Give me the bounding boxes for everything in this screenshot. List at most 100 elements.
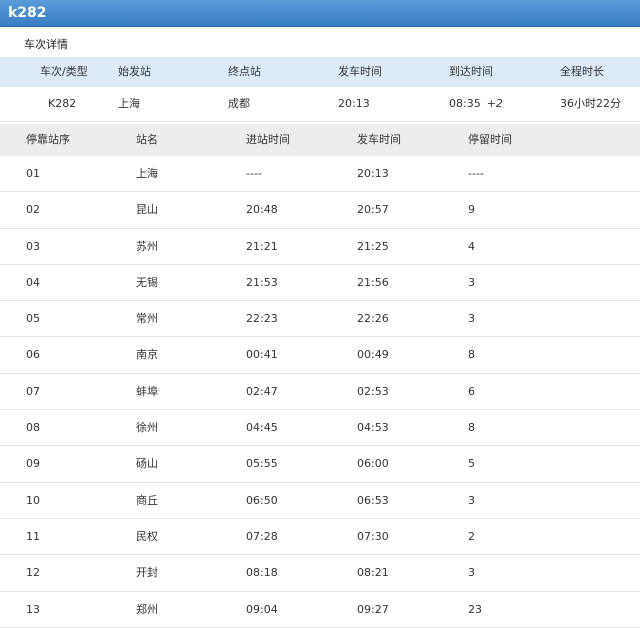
- details-header-row: 车次/类型 始发站 终点站 发车时间 到达时间 全程时长: [0, 57, 640, 87]
- stops-table-body: 01 上海 ---- 20:13 ---- 02 昆山 20:48 20:57 9 03 苏州 21:2…: [0, 156, 640, 628]
- station-name: 常州: [136, 312, 158, 326]
- depart-time: 20:13: [338, 97, 370, 110]
- depart-time: 04:53: [357, 421, 389, 435]
- arrive-time: 22:23: [246, 312, 278, 326]
- arrive-time: 20:48: [246, 203, 278, 217]
- depart-time: 09:27: [357, 602, 389, 616]
- table-row: 01 上海 ---- 20:13 ----: [0, 156, 640, 193]
- station-name: 砀山: [136, 457, 158, 471]
- station-name: 郑州: [136, 602, 158, 616]
- header-stop-seq: 停靠站序: [26, 133, 70, 146]
- stop-seq: 03: [26, 239, 40, 253]
- header-station-name: 站名: [136, 133, 158, 146]
- station-name: 蚌埠: [136, 384, 158, 398]
- table-row: 13 郑州 09:04 09:27 23: [0, 592, 640, 628]
- table-row: 08 徐州 04:45 04:53 8: [0, 410, 640, 447]
- header-train-type: 车次/类型: [40, 65, 88, 78]
- station-name: 昆山: [136, 203, 158, 217]
- details-row: K282 上海 成都 20:13 08:35 +2 36小时22分: [0, 87, 640, 122]
- stop-seq: 05: [26, 312, 40, 326]
- table-row: 11 民权 07:28 07:30 2: [0, 519, 640, 556]
- stop-seq: 04: [26, 275, 40, 289]
- station-name: 苏州: [136, 239, 158, 253]
- table-row: 12 开封 08:18 08:21 3: [0, 555, 640, 592]
- depart-time: 08:21: [357, 566, 389, 580]
- header-depart-time: 发车时间: [357, 133, 401, 146]
- header-duration: 全程时长: [560, 65, 604, 78]
- arrive-time-cell: 08:35 +2: [449, 87, 503, 121]
- table-row: 09 砀山 05:55 06:00 5: [0, 446, 640, 483]
- arrive-time: 02:47: [246, 384, 278, 398]
- stop-seq: 13: [26, 602, 40, 616]
- header-arrive-time: 进站时间: [246, 133, 290, 146]
- header-stop-duration: 停留时间: [468, 133, 512, 146]
- table-row: 07 蚌埠 02:47 02:53 6: [0, 374, 640, 411]
- stop-duration: 23: [468, 602, 482, 616]
- stop-duration: 3: [468, 566, 475, 580]
- table-row: 06 南京 00:41 00:49 8: [0, 337, 640, 374]
- stop-seq: 12: [26, 566, 40, 580]
- stop-seq: 07: [26, 384, 40, 398]
- depart-time: 07:30: [357, 529, 389, 543]
- stop-seq: 09: [26, 457, 40, 471]
- stop-seq: 10: [26, 493, 40, 507]
- arrive-time: 08:35: [449, 97, 481, 110]
- arrive-time: ----: [246, 167, 262, 180]
- station-name: 徐州: [136, 421, 158, 435]
- stop-duration: 2: [468, 529, 475, 543]
- arrive-time: 21:21: [246, 239, 278, 253]
- arrive-time: 09:04: [246, 602, 278, 616]
- stop-seq: 06: [26, 348, 40, 362]
- arrive-time: 05:55: [246, 457, 278, 471]
- depart-time: 06:00: [357, 457, 389, 471]
- header-destination: 终点站: [228, 65, 261, 78]
- depart-time: 20:57: [357, 203, 389, 217]
- stop-seq: 01: [26, 167, 40, 180]
- stop-seq: 11: [26, 529, 40, 543]
- total-duration: 36小时22分: [560, 97, 621, 110]
- origin-station: 上海: [118, 97, 140, 110]
- header-arrive-time: 到达时间: [449, 65, 493, 78]
- stop-duration: 5: [468, 457, 475, 471]
- arrive-time: 04:45: [246, 421, 278, 435]
- stop-duration: 3: [468, 312, 475, 326]
- station-name: 民权: [136, 529, 158, 543]
- stop-duration: ----: [468, 167, 484, 180]
- stop-duration: 3: [468, 275, 475, 289]
- depart-time: 06:53: [357, 493, 389, 507]
- depart-time: 22:26: [357, 312, 389, 326]
- stop-seq: 02: [26, 203, 40, 217]
- station-name: 开封: [136, 566, 158, 580]
- arrive-time: 00:41: [246, 348, 278, 362]
- stop-duration: 8: [468, 421, 475, 435]
- depart-time: 21:25: [357, 239, 389, 253]
- arrive-time: 06:50: [246, 493, 278, 507]
- table-row: 02 昆山 20:48 20:57 9: [0, 192, 640, 229]
- section-title: 车次详情: [24, 38, 68, 51]
- table-row: 10 商丘 06:50 06:53 3: [0, 483, 640, 519]
- stop-duration: 4: [468, 239, 475, 253]
- arrive-time: 07:28: [246, 529, 278, 543]
- header-depart-time: 发车时间: [338, 65, 382, 78]
- depart-time: 00:49: [357, 348, 389, 362]
- arrive-day-offset: +2: [486, 97, 503, 110]
- arrive-time: 08:18: [246, 566, 278, 580]
- table-row: 04 无锡 21:53 21:56 3: [0, 265, 640, 302]
- table-row: 03 苏州 21:21 21:25 4: [0, 229, 640, 265]
- window-title: k282: [0, 0, 640, 27]
- station-name: 上海: [136, 167, 158, 180]
- stops-header-row: 停靠站序 站名 进站时间 发车时间 停留时间: [0, 124, 640, 156]
- arrive-time: 21:53: [246, 275, 278, 289]
- stop-duration: 3: [468, 493, 475, 507]
- train-number: K282: [48, 97, 77, 110]
- depart-time: 21:56: [357, 275, 389, 289]
- station-name: 南京: [136, 348, 158, 362]
- depart-time: 20:13: [357, 167, 389, 180]
- depart-time: 02:53: [357, 384, 389, 398]
- header-origin: 始发站: [118, 65, 151, 78]
- station-name: 商丘: [136, 493, 158, 507]
- stop-duration: 8: [468, 348, 475, 362]
- table-row: 05 常州 22:23 22:26 3: [0, 301, 640, 338]
- stop-duration: 9: [468, 203, 475, 217]
- station-name: 无锡: [136, 275, 158, 289]
